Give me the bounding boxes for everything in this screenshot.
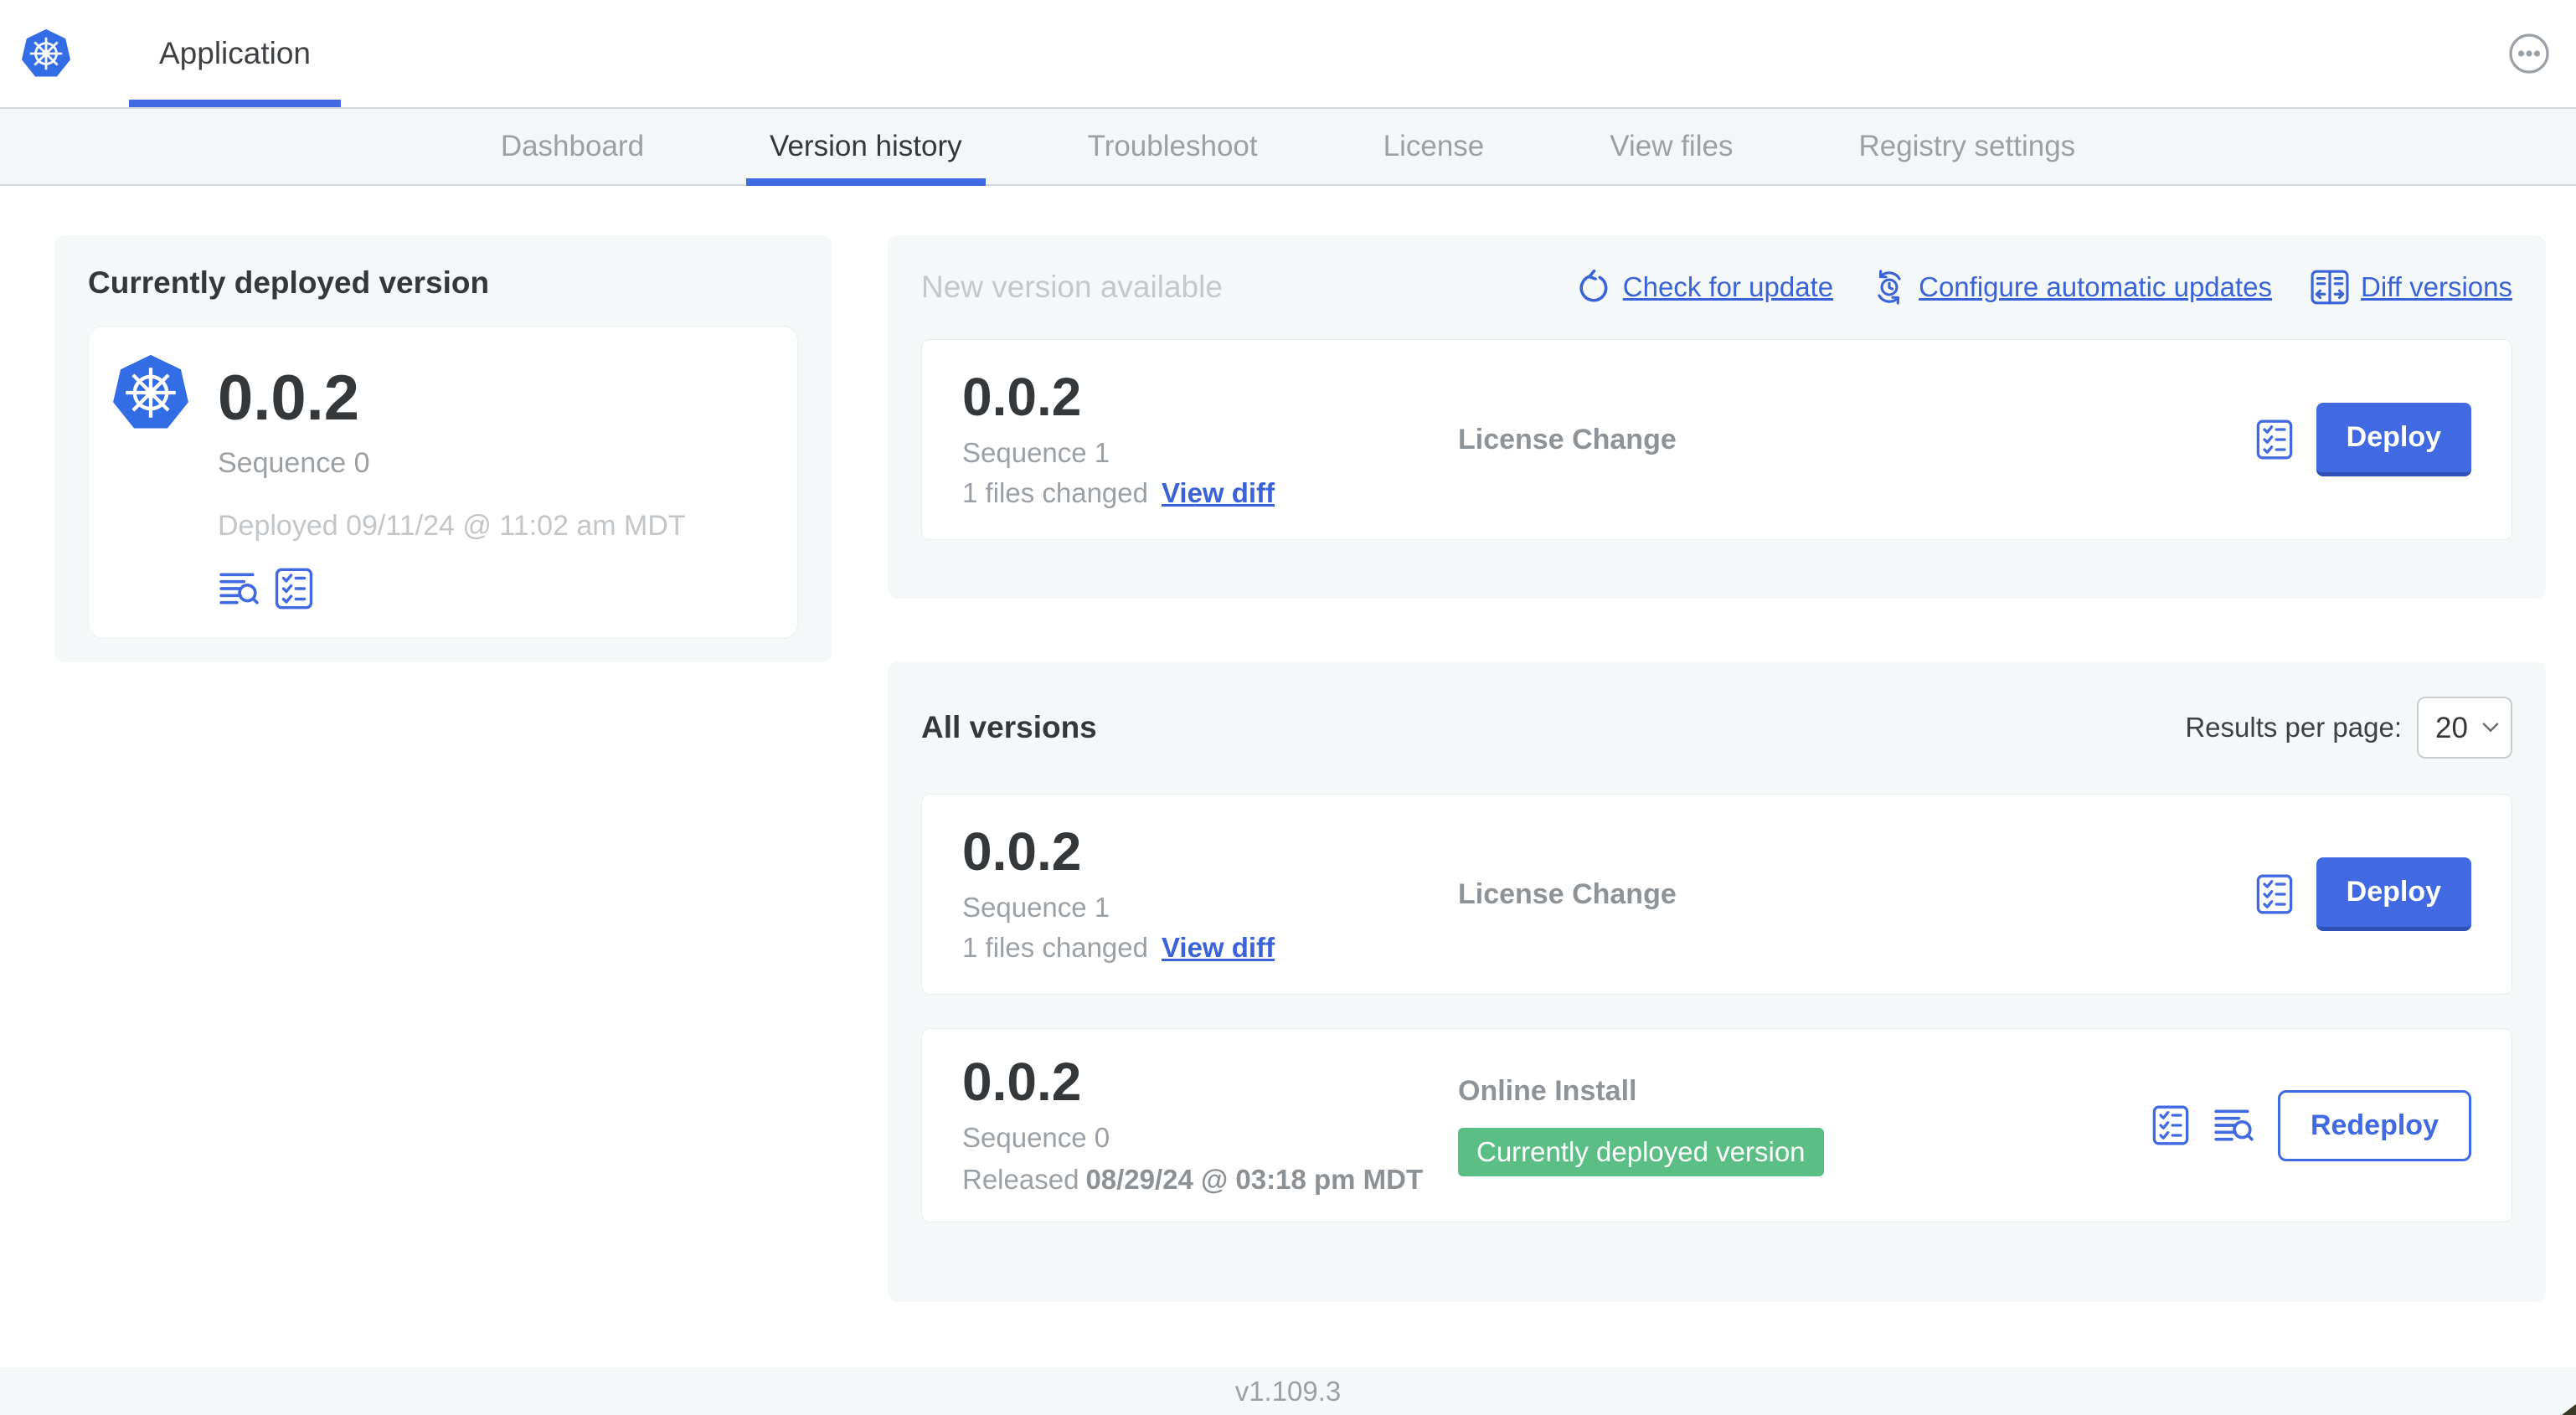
version-source: License Change: [1458, 423, 1677, 455]
version-source: License Change: [1458, 877, 1677, 910]
new-version-title: New version available: [921, 270, 1223, 304]
currently-deployed-badge: Currently deployed version: [1458, 1127, 1824, 1176]
preflight-checks-icon: [2256, 874, 2293, 914]
active-tab-indicator: [746, 178, 986, 186]
view-logs-icon: [2213, 1106, 2254, 1145]
preflight-checks-button[interactable]: [2256, 419, 2293, 460]
preflight-checks-button[interactable]: [2256, 874, 2293, 914]
configure-automatic-updates-label: Configure automatic updates: [1919, 271, 2273, 302]
deployed-timestamp: Deployed 09/11/24 @ 11:02 am MDT: [218, 510, 686, 542]
version-sequence: Sequence 1: [962, 437, 1110, 468]
kubernetes-logo-icon: [111, 350, 191, 434]
results-per-page-label: Results per page:: [2185, 712, 2402, 743]
files-changed-label: 1 files changed: [962, 932, 1148, 963]
deployed-version-number: 0.0.2: [218, 363, 360, 434]
released-date: 08/29/24 @ 03:18 pm MDT: [1085, 1164, 1424, 1195]
new-version-row: 0.0.2 Sequence 1 1 files changed View di…: [921, 339, 2512, 540]
app-tab-label: Application: [159, 36, 312, 70]
preflight-checks-icon: [2256, 419, 2293, 460]
released-timestamp: Released 08/29/24 @ 03:18 pm MDT: [962, 1164, 1458, 1196]
refresh-icon: [1576, 270, 1611, 305]
preflight-checks-button[interactable]: [2152, 1105, 2189, 1145]
tab-version-history[interactable]: Version history: [746, 109, 986, 186]
tab-label: Registry settings: [1858, 130, 2076, 162]
results-per-page-select[interactable]: 20: [2417, 697, 2512, 759]
version-number: 0.0.2: [962, 1052, 1082, 1112]
released-prefix: Released: [962, 1164, 1079, 1195]
deploy-button[interactable]: Deploy: [2316, 403, 2471, 476]
app-tab-application[interactable]: Application: [129, 0, 342, 107]
preflight-checks-icon: [2152, 1105, 2189, 1145]
deployed-version-card: 0.0.2 Sequence 0 Deployed 09/11/24 @ 11:…: [88, 326, 798, 639]
view-logs-icon: [218, 569, 260, 608]
tab-view-files[interactable]: View files: [1586, 109, 1756, 184]
deploy-button[interactable]: Deploy: [2316, 857, 2471, 931]
clock-sync-icon: [1872, 270, 1907, 305]
app-header: Application: [0, 0, 2576, 107]
cursor-artifact: [2562, 1404, 2576, 1415]
diff-versions-link[interactable]: Diff versions: [2311, 270, 2512, 305]
check-for-update-label: Check for update: [1622, 271, 1834, 302]
kubernetes-logo-icon: [20, 26, 72, 81]
files-changed-label: 1 files changed: [962, 477, 1148, 508]
tab-license[interactable]: License: [1360, 109, 1508, 184]
redeploy-button[interactable]: Redeploy: [2277, 1089, 2471, 1161]
tab-label: Version history: [770, 130, 962, 162]
version-number: 0.0.2: [962, 821, 1082, 882]
version-sequence: Sequence 1: [962, 892, 1110, 923]
deployed-version-sequence: Sequence 0: [218, 447, 370, 479]
new-version-section: New version available Check for update C…: [888, 235, 2546, 599]
active-tab-underline: [129, 100, 342, 107]
diff-icon: [2311, 270, 2349, 305]
more-menu-button[interactable]: [2507, 32, 2551, 75]
view-diff-link[interactable]: View diff: [1162, 932, 1275, 964]
view-diff-link[interactable]: View diff: [1162, 477, 1275, 509]
app-manager-version: v1.109.3: [1234, 1375, 1342, 1407]
diff-versions-label: Diff versions: [2361, 271, 2512, 302]
version-row-sequence-1: 0.0.2 Sequence 1 1 files changed View di…: [921, 794, 2512, 995]
tab-dashboard[interactable]: Dashboard: [477, 109, 667, 184]
tab-label: Troubleshoot: [1087, 130, 1258, 162]
view-logs-button[interactable]: [2213, 1106, 2254, 1145]
check-for-update-link[interactable]: Check for update: [1576, 270, 1833, 305]
version-number: 0.0.2: [962, 367, 1082, 427]
page-tabbar: Dashboard Version history Troubleshoot L…: [0, 107, 2576, 186]
all-versions-section: All versions Results per page: 20 0.0.2 …: [888, 661, 2546, 1302]
tab-registry-settings[interactable]: Registry settings: [1835, 109, 2099, 184]
all-versions-title: All versions: [921, 710, 1097, 744]
version-sequence: Sequence 0: [962, 1122, 1110, 1153]
configure-automatic-updates-link[interactable]: Configure automatic updates: [1872, 270, 2272, 305]
tab-label: View files: [1610, 130, 1734, 162]
currently-deployed-title: Currently deployed version: [88, 265, 490, 300]
ellipsis-icon: [2507, 32, 2551, 75]
preflight-checks-icon: [275, 568, 313, 610]
tab-label: Dashboard: [500, 130, 645, 162]
currently-deployed-section: Currently deployed version 0.0.2 Sequenc…: [54, 235, 832, 662]
app-footer: v1.109.3: [0, 1367, 2576, 1415]
preflight-checks-button[interactable]: [275, 568, 313, 610]
version-source: Online Install: [1458, 1074, 1637, 1107]
version-row-sequence-0: 0.0.2 Sequence 0 Released 08/29/24 @ 03:1…: [921, 1028, 2512, 1222]
view-logs-button[interactable]: [218, 569, 260, 608]
tab-label: License: [1383, 130, 1485, 162]
tab-troubleshoot[interactable]: Troubleshoot: [1064, 109, 1281, 184]
